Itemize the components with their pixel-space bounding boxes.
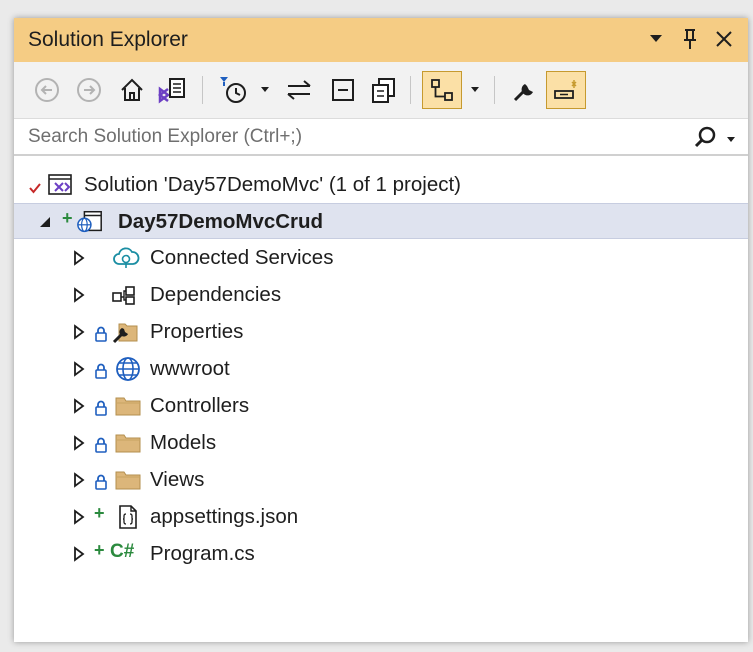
tree-item-properties[interactable]: Properties (14, 314, 748, 350)
solution-explorer-window: Solution Explorer Search Solution Explor… (14, 18, 748, 642)
tree-item-controllers[interactable]: Controllers (14, 388, 748, 424)
added-plus-icon: + (94, 503, 105, 523)
folder-icon (114, 430, 142, 456)
collapsed-arrow-icon[interactable] (72, 286, 86, 304)
tree-item-label: Program.cs (150, 542, 255, 565)
pending-changes-filter-icon[interactable] (216, 71, 252, 109)
tree-item-label: Models (150, 431, 217, 454)
collapsed-arrow-icon[interactable] (72, 545, 86, 563)
added-plus-icon: + (62, 208, 73, 228)
collapsed-arrow-icon[interactable] (72, 323, 86, 341)
tree-item-program-cs[interactable]: + C# Program.cs (14, 536, 748, 572)
tree-item-project[interactable]: + Day57DemoMvcCrud (14, 203, 748, 239)
window-menu-dropdown-icon[interactable] (644, 25, 668, 53)
web-project-icon (76, 209, 104, 235)
tree-item-label: Day57DemoMvcCrud (118, 210, 324, 233)
tree-item-label: Connected Services (150, 246, 334, 269)
back-icon[interactable] (32, 71, 62, 109)
tree-item-views[interactable]: Views (14, 462, 748, 498)
solution-icon (46, 172, 74, 198)
lock-icon (94, 324, 108, 342)
switch-views-icon[interactable] (154, 71, 190, 109)
search-options-dropdown-icon[interactable] (726, 131, 736, 149)
tree-item-connected-services[interactable]: Connected Services (14, 240, 748, 276)
added-plus-icon: + (94, 540, 105, 560)
json-file-icon (114, 504, 142, 530)
search-bar (14, 118, 748, 156)
collapsed-arrow-icon[interactable] (72, 249, 86, 267)
properties-icon (112, 319, 140, 345)
dependencies-icon (110, 282, 138, 308)
connected-services-icon (112, 245, 140, 271)
forward-icon[interactable] (74, 71, 104, 109)
tree-item-label: Solution 'Day57DemoMvc' (1 of 1 project) (84, 173, 461, 196)
collapse-all-icon[interactable] (326, 71, 360, 109)
folder-icon (114, 467, 142, 493)
tree-item-dependencies[interactable]: Dependencies (14, 277, 748, 313)
window-title: Solution Explorer (28, 28, 188, 51)
close-icon[interactable] (712, 25, 736, 53)
lock-icon (94, 472, 108, 490)
tree-item-label: Dependencies (150, 283, 282, 306)
title-bar: Solution Explorer (14, 18, 748, 62)
search-icon[interactable] (694, 125, 718, 154)
collapsed-arrow-icon[interactable] (72, 508, 86, 526)
search-input[interactable] (14, 119, 704, 154)
lock-icon (94, 398, 108, 416)
folder-icon (114, 393, 142, 419)
collapsed-arrow-icon[interactable] (72, 434, 86, 452)
tree-item-models[interactable]: Models (14, 425, 748, 461)
expanded-arrow-icon[interactable] (38, 213, 52, 231)
toolbar-separator (410, 76, 411, 104)
tree-item-appsettings-json[interactable]: + appsettings.json (14, 499, 748, 535)
tree-item-solution[interactable]: Solution 'Day57DemoMvc' (1 of 1 project) (14, 167, 748, 203)
csharp-file-icon: C# (110, 541, 135, 562)
pin-icon[interactable] (678, 25, 702, 53)
sync-with-active-document-icon[interactable] (282, 71, 316, 109)
tree-item-wwwroot[interactable]: wwwroot (14, 351, 748, 387)
tree-item-label: Properties (150, 320, 244, 343)
dependencies-dropdown-icon[interactable] (466, 71, 484, 109)
collapsed-arrow-icon[interactable] (72, 397, 86, 415)
filter-dropdown-icon[interactable] (256, 71, 274, 109)
properties-wrench-icon[interactable] (508, 71, 542, 109)
lock-icon (94, 435, 108, 453)
preview-selected-items-icon[interactable] (546, 71, 586, 109)
toolbar-separator (494, 76, 495, 104)
globe-icon (114, 356, 142, 382)
checkmark-icon (28, 177, 42, 201)
show-all-files-icon[interactable] (366, 71, 400, 109)
show-project-dependencies-icon[interactable] (422, 71, 462, 109)
tree-item-label: Controllers (150, 394, 250, 417)
tree-item-label: appsettings.json (150, 505, 299, 528)
toolbar (14, 62, 748, 118)
tree-item-label: wwwroot (150, 357, 230, 380)
tree-item-label: Views (150, 468, 205, 491)
toolbar-separator (202, 76, 203, 104)
collapsed-arrow-icon[interactable] (72, 471, 86, 489)
home-icon[interactable] (116, 71, 148, 109)
collapsed-arrow-icon[interactable] (72, 360, 86, 378)
lock-icon (94, 361, 108, 379)
